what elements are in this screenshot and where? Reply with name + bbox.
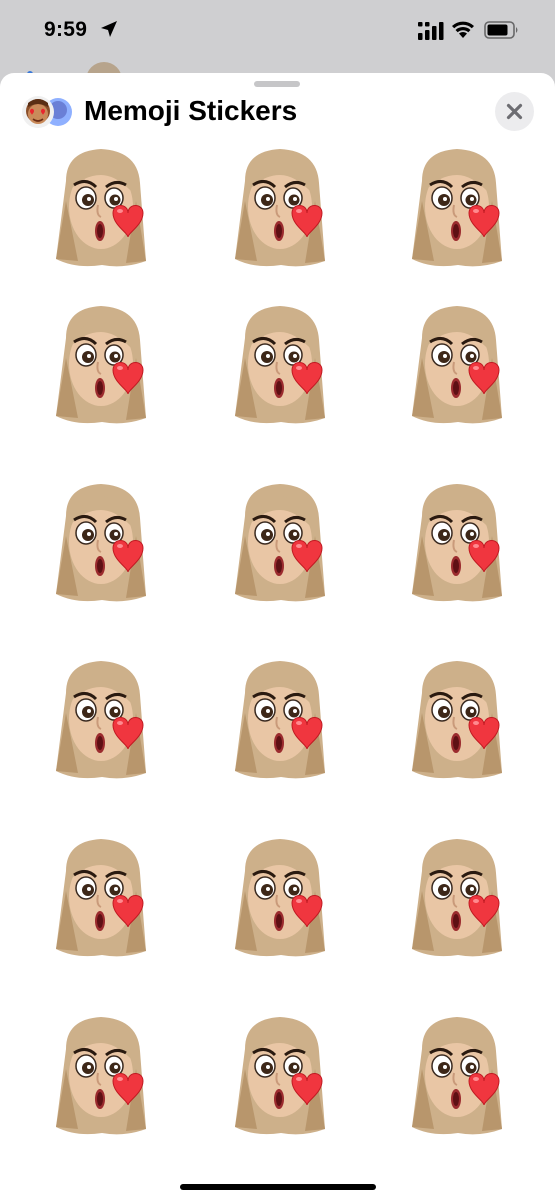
memoji-sticker-image: [412, 839, 502, 957]
memoji-sticker-image: [56, 484, 146, 602]
memoji-sticker[interactable]: [225, 476, 335, 606]
location-arrow-icon: [101, 21, 117, 37]
memoji-sticker-image: [412, 484, 502, 602]
memoji-sticker-sheet: Memoji Stickers: [0, 73, 555, 1200]
memoji-sticker-image: [56, 839, 146, 957]
memoji-sticker[interactable]: [225, 298, 335, 428]
memoji-sticker[interactable]: [225, 141, 335, 271]
memoji-sticker[interactable]: [46, 298, 156, 428]
home-indicator: [180, 1184, 376, 1190]
memoji-sticker[interactable]: [225, 653, 335, 783]
memoji-sticker[interactable]: [402, 831, 512, 961]
sticker-grid: [0, 73, 555, 1200]
wifi-icon: [452, 21, 474, 38]
memoji-sticker[interactable]: [402, 1009, 512, 1139]
memoji-sticker-image: [235, 661, 325, 779]
battery-icon: [484, 21, 518, 39]
memoji-sticker-image: [412, 661, 502, 779]
memoji-sticker-image: [56, 149, 146, 267]
memoji-sticker-image: [56, 306, 146, 424]
memoji-sticker-image: [412, 1017, 502, 1135]
memoji-sticker[interactable]: [46, 1009, 156, 1139]
memoji-sticker[interactable]: [402, 141, 512, 271]
memoji-sticker[interactable]: [46, 141, 156, 271]
status-bar: 9:59: [0, 0, 555, 62]
memoji-sticker-image: [235, 306, 325, 424]
memoji-sticker[interactable]: [402, 653, 512, 783]
memoji-sticker[interactable]: [46, 476, 156, 606]
memoji-sticker-image: [412, 306, 502, 424]
memoji-sticker-image: [56, 661, 146, 779]
memoji-sticker-image: [235, 149, 325, 267]
memoji-sticker[interactable]: [225, 1009, 335, 1139]
memoji-sticker[interactable]: [46, 653, 156, 783]
cellular-signal-icon: [418, 22, 444, 40]
memoji-sticker-image: [235, 839, 325, 957]
memoji-sticker[interactable]: [402, 298, 512, 428]
memoji-sticker-image: [412, 149, 502, 267]
status-time: 9:59: [44, 18, 88, 41]
memoji-sticker-image: [235, 1017, 325, 1135]
memoji-sticker[interactable]: [46, 831, 156, 961]
memoji-sticker[interactable]: [225, 831, 335, 961]
memoji-sticker-image: [235, 484, 325, 602]
memoji-sticker[interactable]: [402, 476, 512, 606]
memoji-sticker-image: [56, 1017, 146, 1135]
